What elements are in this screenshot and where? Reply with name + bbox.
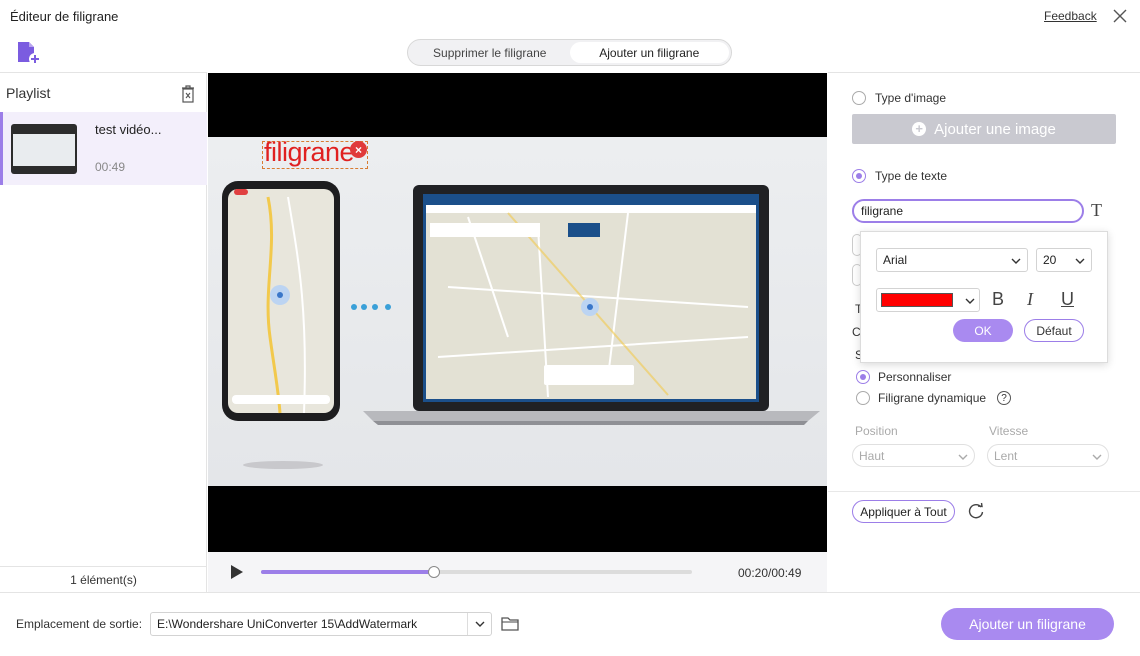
image-type-radio[interactable] <box>852 91 866 105</box>
output-path-select[interactable]: E:\Wondershare UniConverter 15\AddWaterm… <box>150 612 492 636</box>
add-image-button[interactable]: + Ajouter une image <box>852 114 1116 144</box>
chevron-down-icon <box>965 293 975 307</box>
playlist-item-duration: 00:49 <box>95 160 126 174</box>
delete-icon[interactable] <box>179 84 197 104</box>
tab-remove-watermark[interactable]: Supprimer le filigrane <box>410 42 570 63</box>
font-size-value: 20 <box>1043 253 1057 267</box>
chevron-down-icon <box>1011 253 1021 267</box>
chevron-down-icon <box>1075 253 1085 267</box>
video-thumbnail <box>11 124 77 174</box>
bold-button[interactable]: B <box>992 289 1004 310</box>
playlist-count: 1 élément(s) <box>0 566 207 592</box>
custom-position-label: Personnaliser <box>878 370 952 384</box>
divider <box>828 491 1140 492</box>
output-location-label: Emplacement de sortie: <box>16 617 143 631</box>
dynamic-watermark-label: Filigrane dynamique <box>878 391 987 405</box>
chevron-down-icon <box>958 449 968 463</box>
add-file-icon[interactable] <box>14 40 42 66</box>
feedback-link[interactable]: Feedback <box>1044 9 1097 23</box>
apply-all-button[interactable]: Appliquer à Tout <box>852 500 955 523</box>
close-icon[interactable] <box>1110 6 1130 26</box>
window-title: Éditeur de filigrane <box>10 9 119 24</box>
image-type-label: Type d'image <box>875 91 946 105</box>
chevron-down-icon <box>1092 449 1102 463</box>
font-color-select[interactable] <box>876 288 980 312</box>
text-type-label: Type de texte <box>875 169 948 183</box>
add-image-label: Ajouter une image <box>934 120 1056 138</box>
default-button[interactable]: Défaut <box>1024 319 1084 342</box>
folder-icon[interactable] <box>500 614 520 632</box>
position-select[interactable]: Haut <box>852 444 975 467</box>
speed-select[interactable]: Lent <box>987 444 1109 467</box>
font-size-select[interactable]: 20 <box>1036 248 1092 272</box>
speed-label: Vitesse <box>989 424 1029 438</box>
chevron-down-icon <box>467 613 491 635</box>
seek-progress <box>261 570 434 574</box>
position-value: Haut <box>859 448 885 463</box>
speed-value: Lent <box>994 448 1018 463</box>
time-display: 00:20/00:49 <box>738 566 802 580</box>
position-label: Position <box>855 424 898 438</box>
watermark-text-input[interactable] <box>852 199 1084 223</box>
add-watermark-button[interactable]: Ajouter un filigrane <box>941 608 1114 640</box>
tab-add-watermark[interactable]: Ajouter un filigrane <box>569 42 729 63</box>
color-swatch <box>881 293 953 307</box>
text-format-icon[interactable]: T <box>1091 200 1102 221</box>
text-type-radio[interactable] <box>852 169 866 183</box>
watermark-text[interactable]: filigrane <box>264 137 355 168</box>
italic-button[interactable]: I <box>1027 289 1033 310</box>
dynamic-watermark-radio[interactable] <box>856 391 870 405</box>
help-icon[interactable]: ? <box>997 391 1011 405</box>
play-icon[interactable] <box>228 562 246 582</box>
font-family-select[interactable]: Arial <box>876 248 1028 272</box>
remove-watermark-icon[interactable]: × <box>350 141 367 158</box>
font-family-value: Arial <box>883 253 908 267</box>
ok-button[interactable]: OK <box>953 319 1013 342</box>
playlist-title: Playlist <box>6 85 51 101</box>
plus-icon: + <box>912 122 927 136</box>
custom-position-radio[interactable] <box>856 370 870 384</box>
mode-switch: Supprimer le filigrane Ajouter un filigr… <box>407 39 732 66</box>
output-path-value: E:\Wondershare UniConverter 15\AddWaterm… <box>157 617 418 631</box>
underline-button[interactable]: U <box>1061 289 1074 310</box>
reset-icon[interactable] <box>966 501 986 521</box>
playlist-item-name: test vidéo... <box>95 122 162 137</box>
seek-handle[interactable] <box>428 566 440 578</box>
